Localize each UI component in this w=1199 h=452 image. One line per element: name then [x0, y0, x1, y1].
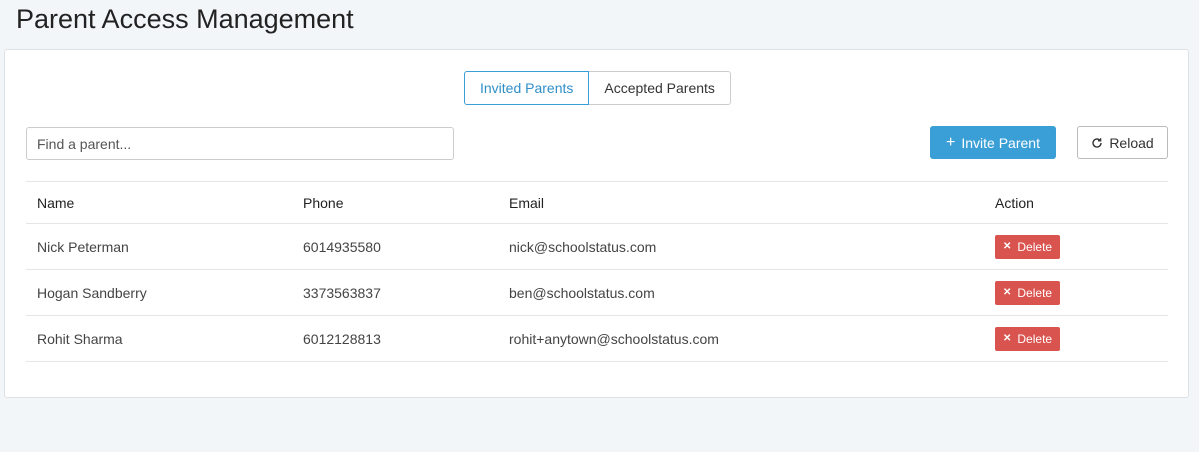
delete-label: Delete [1017, 239, 1053, 254]
cell-email: rohit+anytown@schoolstatus.com [509, 330, 719, 347]
table-row: Nick Peterman 6014935580 nick@schoolstat… [26, 224, 1168, 270]
refresh-icon [1091, 137, 1103, 149]
scrollbar[interactable] [1190, 49, 1199, 398]
invite-parent-button[interactable]: + Invite Parent [930, 126, 1056, 159]
delete-label: Delete [1017, 285, 1053, 300]
delete-button[interactable]: ✕ Delete [995, 280, 1061, 305]
plus-icon: + [946, 133, 956, 151]
close-icon: ✕ [1003, 287, 1012, 298]
cell-action: ✕ Delete [995, 224, 1061, 269]
search-input[interactable] [26, 127, 454, 160]
delete-button[interactable]: ✕ Delete [995, 234, 1061, 259]
header-name: Name [37, 194, 75, 211]
close-icon: ✕ [1003, 241, 1012, 252]
reload-button[interactable]: Reload [1077, 126, 1168, 159]
header-action: Action [995, 194, 1034, 211]
tab-group: Invited Parents Accepted Parents [464, 71, 731, 105]
cell-name: Hogan Sandberry [37, 284, 147, 301]
page-title: Parent Access Management [16, 4, 354, 34]
parents-table: Name Phone Email Action Nick Peterman 60… [26, 181, 1168, 362]
close-icon: ✕ [1003, 333, 1012, 344]
cell-name: Rohit Sharma [37, 330, 123, 347]
table-row: Rohit Sharma 6012128813 rohit+anytown@sc… [26, 316, 1168, 362]
cell-action: ✕ Delete [995, 270, 1061, 315]
invite-parent-label: Invite Parent [961, 134, 1040, 151]
cell-action: ✕ Delete [995, 316, 1061, 361]
cell-phone: 6012128813 [303, 330, 381, 347]
header-phone: Phone [303, 194, 344, 211]
cell-phone: 3373563837 [303, 284, 381, 301]
delete-button[interactable]: ✕ Delete [995, 326, 1061, 351]
table-row: Hogan Sandberry 3373563837 ben@schoolsta… [26, 270, 1168, 316]
main-panel: Invited Parents Accepted Parents + Invit… [4, 49, 1189, 398]
cell-phone: 6014935580 [303, 238, 381, 255]
delete-label: Delete [1017, 331, 1053, 346]
tab-invited-parents[interactable]: Invited Parents [464, 71, 590, 105]
header-email: Email [509, 194, 545, 211]
table-header-row: Name Phone Email Action [26, 182, 1168, 224]
reload-label: Reload [1109, 134, 1154, 151]
cell-email: ben@schoolstatus.com [509, 284, 655, 301]
tab-accepted-parents[interactable]: Accepted Parents [589, 71, 731, 105]
cell-email: nick@schoolstatus.com [509, 238, 657, 255]
cell-name: Nick Peterman [37, 238, 129, 255]
